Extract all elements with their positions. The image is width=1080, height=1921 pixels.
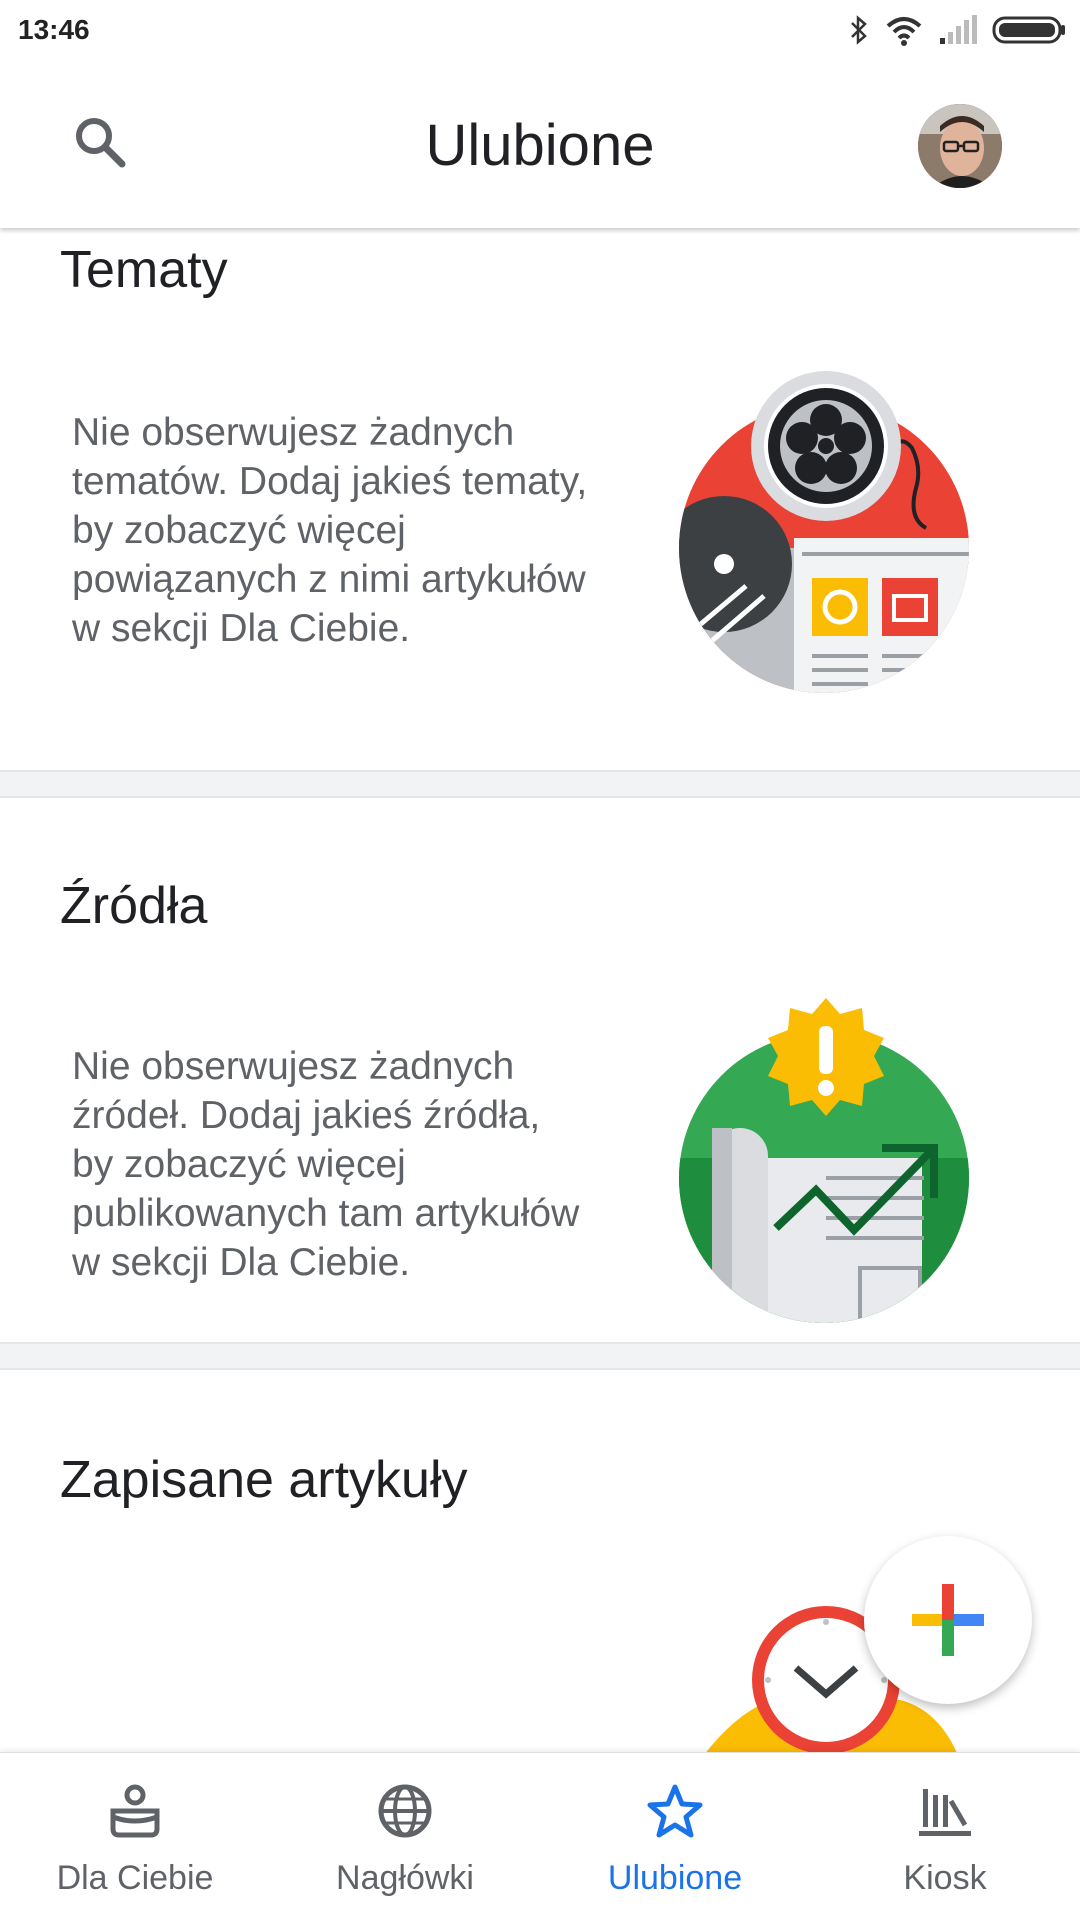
bluetooth-icon [851,15,867,45]
nav-item-newsstand[interactable]: Kiosk [810,1753,1080,1921]
section-divider [0,770,1080,798]
topics-description: Nie obserwujesz żadnych tematów. Dodaj j… [72,411,588,650]
nav-label: Ulubione [607,1859,743,1897]
topics-heading: Tematy [60,241,228,299]
sources-description: Nie obserwujesz żadnych źródeł. Dodaj ja… [72,1045,580,1284]
newsstand-icon [919,1789,971,1836]
sources-section: Źródła Nie obserwujesz żadnych źródeł. D… [0,798,1080,1342]
saved-articles-heading: Zapisane artykuły [60,1451,468,1509]
nav-item-headlines[interactable]: Nagłówki [270,1753,540,1921]
battery-icon [992,16,1065,44]
nav-label: Dla Ciebie [56,1859,214,1897]
bottom-navigation: Dla Ciebie Nagłówki Ulubione Kiosk [0,1752,1080,1921]
signal-icon [940,15,977,44]
sources-heading: Źródła [60,877,208,935]
topics-illustration [679,371,969,693]
globe-icon [378,1784,432,1838]
section-divider [0,1342,1080,1370]
wifi-icon [886,17,922,46]
for-you-icon [110,1784,160,1838]
favorites-content[interactable]: Tematy Nie obserwujesz żadnych tematów. … [0,228,1080,1752]
nav-label: Nagłówki [336,1859,474,1897]
nav-item-favorites[interactable]: Ulubione [540,1753,810,1921]
sources-illustration [679,998,969,1323]
status-bar: 13:46 [0,0,1080,60]
nav-item-for-you[interactable]: Dla Ciebie [0,1753,270,1921]
add-favorites-button[interactable] [864,1536,1032,1704]
plus-icon [912,1584,984,1656]
nav-label: Kiosk [903,1859,987,1897]
app-bar: Ulubione [0,60,1080,228]
star-icon [647,1784,703,1838]
topics-section: Tematy Nie obserwujesz żadnych tematów. … [0,228,1080,770]
user-avatar[interactable] [918,104,1002,188]
status-time: 13:46 [18,14,90,45]
